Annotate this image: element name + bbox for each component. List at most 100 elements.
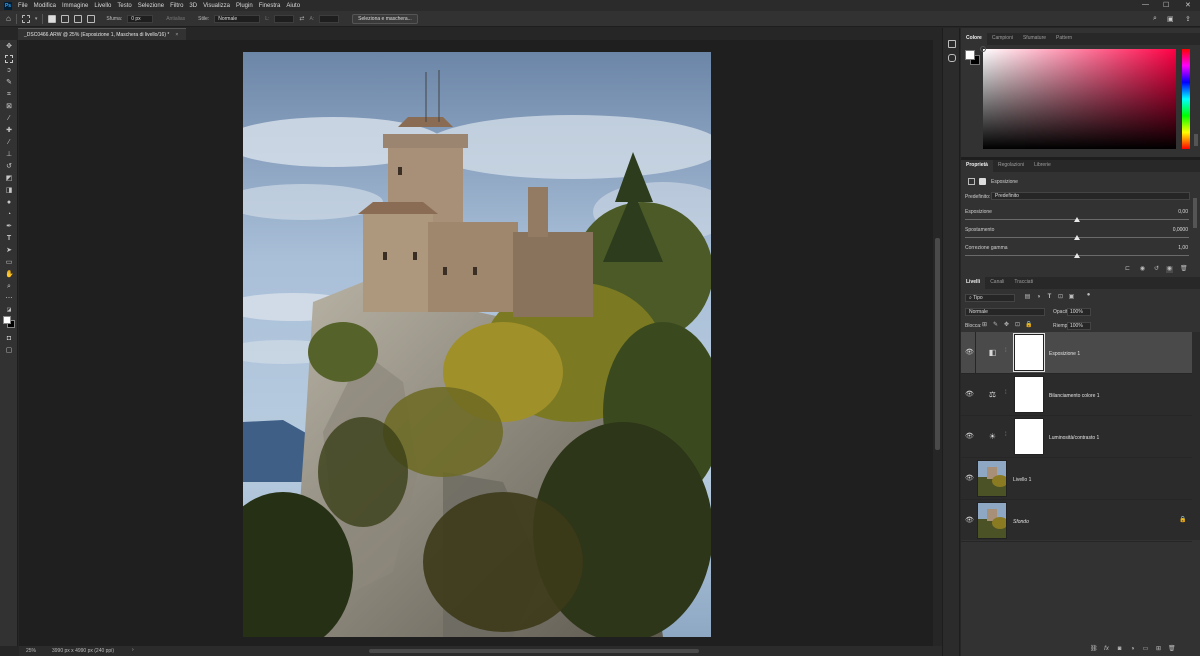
visibility-eye-icon[interactable]: 👁 — [965, 348, 974, 356]
tab-canali[interactable]: Canali — [985, 277, 1009, 289]
filter-adjustment-icon[interactable]: ◑ — [1035, 294, 1042, 301]
filter-type-icon[interactable]: T — [1046, 294, 1053, 301]
layer-filter-select[interactable]: ⌕ Tipo — [965, 294, 1015, 302]
add-mask-icon[interactable]: ◙ — [1116, 646, 1123, 653]
close-window-button[interactable]: ✕ — [1185, 1, 1191, 9]
subtract-selection-icon[interactable] — [74, 14, 83, 23]
move-tool-icon[interactable]: ✥ — [5, 43, 13, 51]
tab-livelli[interactable]: Livelli — [961, 277, 986, 289]
visibility-eye-icon[interactable]: 👁 — [965, 516, 974, 524]
hue-slider[interactable] — [1182, 49, 1190, 149]
layer-row-brightness-contrast[interactable]: 👁 ☀ ⁞ Luminosità/contrasto 1 — [961, 416, 1192, 458]
comments-panel-icon[interactable] — [948, 54, 956, 62]
tab-regolazioni[interactable]: Regolazioni — [993, 160, 1029, 172]
tab-sfumature[interactable]: Sfumature — [1018, 33, 1051, 45]
exposure-value[interactable]: 0,00 — [1164, 209, 1188, 215]
tab-tracciati[interactable]: Tracciati — [1009, 277, 1038, 289]
gamma-value[interactable]: 1,00 — [1164, 245, 1188, 251]
layer-thumbnail[interactable] — [977, 502, 1007, 539]
clone-stamp-tool-icon[interactable]: ⊥ — [5, 151, 13, 159]
layer-name[interactable]: Luminosità/contrasto 1 — [1049, 435, 1099, 441]
color-picker-cursor[interactable] — [980, 46, 986, 52]
share-icon[interactable]: ⇪ — [1185, 15, 1191, 23]
maximize-button[interactable]: ☐ — [1163, 1, 1169, 9]
fill-input[interactable]: 100% — [1067, 322, 1091, 330]
add-selection-icon[interactable] — [61, 14, 70, 23]
zoom-level[interactable]: 25% — [26, 648, 36, 654]
vertical-scroll-thumb[interactable] — [935, 238, 940, 450]
foreground-color-swatch[interactable] — [3, 316, 11, 324]
preset-select[interactable]: Predefinito — [991, 192, 1190, 200]
filter-pixel-icon[interactable]: ▤ — [1024, 294, 1031, 301]
frame-tool-icon[interactable]: ⊠ — [5, 103, 13, 111]
lock-artboard-icon[interactable]: ⊡ — [1014, 322, 1021, 329]
tab-librerie[interactable]: Librerie — [1029, 160, 1056, 172]
gamma-slider-thumb[interactable] — [1074, 253, 1080, 258]
home-icon[interactable]: ⌂ — [6, 14, 11, 23]
layer-name[interactable]: Livello 1 — [1013, 477, 1031, 483]
layer-row-exposure[interactable]: 👁 ◧ ⁞ Esposizione 1 — [961, 332, 1192, 374]
vertical-scrollbar[interactable] — [933, 40, 942, 646]
swap-icon[interactable]: ⇄ — [299, 15, 304, 22]
lasso-tool-icon[interactable]: ↄ — [5, 67, 13, 75]
more-tools-icon[interactable]: ⋯ — [5, 295, 13, 303]
photoshop-logo-icon[interactable]: Ps — [4, 1, 12, 10]
menu-modifica[interactable]: Modifica — [34, 3, 56, 9]
style-select[interactable]: Normale — [214, 14, 261, 23]
menu-aiuto[interactable]: Aiuto — [286, 3, 300, 9]
filter-smart-object-icon[interactable]: ▣ — [1068, 294, 1075, 301]
layer-thumbnail[interactable] — [977, 460, 1007, 497]
quick-selection-tool-icon[interactable]: ✎ — [5, 79, 13, 87]
layer-name[interactable]: Bilanciamento colore 1 — [1049, 393, 1100, 399]
reset-adjustment-icon[interactable]: ↺ — [1153, 266, 1160, 273]
screen-mode-icon[interactable]: ▢ — [5, 347, 13, 355]
menu-immagine[interactable]: Immagine — [62, 3, 88, 9]
lock-icon[interactable]: 🔒 — [1179, 516, 1186, 523]
view-previous-icon[interactable]: ◉ — [1139, 266, 1146, 273]
quick-mask-icon[interactable]: ◘ — [5, 335, 13, 343]
offset-slider-thumb[interactable] — [1074, 235, 1080, 240]
exposure-slider-thumb[interactable] — [1074, 217, 1080, 222]
layer-row-livello-1[interactable]: 👁 Livello 1 — [961, 458, 1192, 500]
properties-scrollbar[interactable] — [1193, 198, 1197, 228]
search-icon[interactable]: ⌕ — [1153, 15, 1157, 23]
layer-mask-thumbnail[interactable] — [1014, 418, 1044, 455]
chevron-down-icon[interactable]: ▾ — [35, 16, 38, 22]
type-tool-icon[interactable]: T — [5, 235, 13, 243]
layer-row-color-balance[interactable]: 👁 ⚖ ⁞ Bilanciamento colore 1 — [961, 374, 1192, 416]
eraser-tool-icon[interactable]: ◩ — [5, 175, 13, 183]
menu-plugin[interactable]: Plugin — [236, 3, 253, 9]
healing-brush-tool-icon[interactable]: ✚ — [5, 127, 13, 135]
layer-mask-thumbnail[interactable] — [1014, 376, 1044, 413]
path-selection-tool-icon[interactable]: ➤ — [5, 247, 13, 255]
color-panel-foreground-swatch[interactable] — [965, 50, 975, 60]
blur-tool-icon[interactable]: ● — [5, 199, 13, 207]
link-layers-icon[interactable]: ⛓ — [1090, 646, 1098, 653]
color-picker-field[interactable] — [980, 46, 1176, 149]
crop-tool-icon[interactable]: ⌗ — [5, 91, 13, 99]
lock-image-icon[interactable]: ✎ — [992, 322, 999, 329]
tab-pattern[interactable]: Pattern — [1051, 33, 1077, 45]
rectangle-tool-icon[interactable]: ▭ — [5, 259, 13, 267]
dodge-tool-icon[interactable]: ◔ — [5, 211, 13, 219]
lock-position-icon[interactable]: ✥ — [1003, 322, 1010, 329]
new-adjustment-layer-icon[interactable]: ◑ — [1129, 646, 1136, 653]
lock-transparent-icon[interactable]: ⊞ — [981, 322, 988, 329]
new-layer-icon[interactable]: ⊞ — [1155, 646, 1162, 653]
gradient-tool-icon[interactable]: ◨ — [5, 187, 13, 195]
default-colors-icon[interactable]: ◪ — [5, 306, 13, 314]
marquee-tool-preset-icon[interactable] — [21, 14, 30, 23]
visibility-eye-icon[interactable]: 👁 — [965, 390, 974, 398]
document-image[interactable] — [243, 52, 711, 637]
layer-mask-thumbnail[interactable] — [1013, 333, 1045, 372]
layer-style-icon[interactable]: fx — [1103, 646, 1110, 653]
menu-testo[interactable]: Testo — [117, 3, 131, 9]
eyedropper-tool-icon[interactable]: ⁄ — [5, 115, 13, 123]
menu-selezione[interactable]: Selezione — [138, 3, 164, 9]
visibility-eye-icon[interactable]: 👁 — [965, 474, 974, 482]
filter-shape-icon[interactable]: ⊡ — [1057, 294, 1064, 301]
delete-layer-icon[interactable]: 🗑 — [1168, 646, 1176, 653]
chain-link-icon[interactable]: ⁞ — [1005, 432, 1007, 438]
pen-tool-icon[interactable]: ✒ — [5, 223, 13, 231]
intersect-selection-icon[interactable] — [87, 14, 96, 23]
